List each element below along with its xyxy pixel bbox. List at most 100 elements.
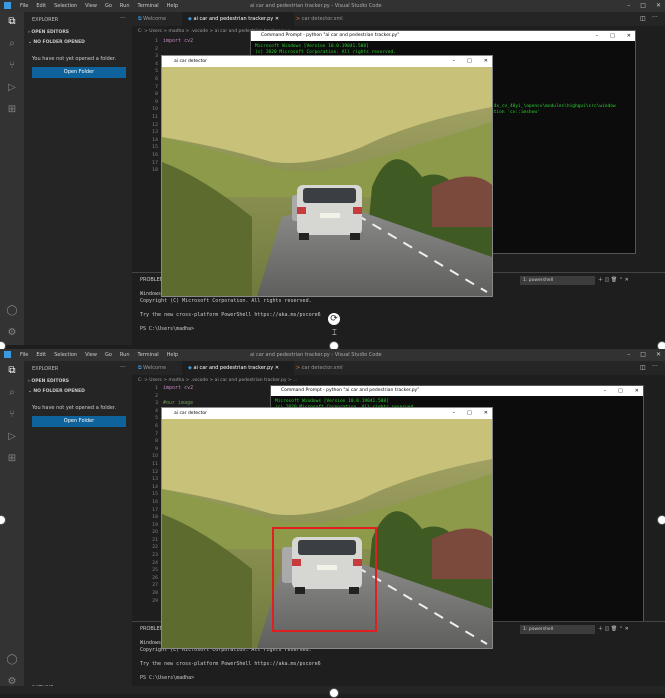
tab-tracker-py[interactable]: ◆ ai car and pedestrian tracker.py ✕ bbox=[182, 361, 294, 375]
no-folder-label: NO FOLDER OPENED bbox=[33, 40, 85, 45]
tab-car-detector-xml[interactable]: ≻ car detector.xml bbox=[290, 361, 366, 375]
menu-edit[interactable]: Edit bbox=[36, 3, 46, 9]
extensions-icon[interactable]: ⊞ bbox=[6, 453, 18, 465]
close-tab-icon[interactable]: ✕ bbox=[275, 16, 279, 22]
rotate-icon[interactable]: ⟳ bbox=[328, 313, 340, 325]
menu-file[interactable]: File bbox=[20, 3, 28, 9]
line-number: 23 bbox=[152, 553, 158, 559]
car-detector-window[interactable]: ai car detector – □ ✕ bbox=[161, 407, 493, 649]
split-editor-icon[interactable]: ◫ bbox=[640, 15, 646, 22]
maximize-icon[interactable]: □ bbox=[640, 351, 646, 358]
line-number: 6 bbox=[155, 423, 158, 429]
trash-icon[interactable]: 🗑 bbox=[611, 277, 619, 283]
explorer-sidebar: EXPLORER ··· › OPEN EDITORS ⌄ NO FOLDER … bbox=[24, 12, 132, 345]
breadcrumb: C: > Users > madha > .vscode > ai car an… bbox=[138, 378, 298, 383]
explorer-icon[interactable]: ⧉ bbox=[6, 16, 18, 28]
menu-run[interactable]: Run bbox=[120, 352, 130, 358]
resize-handle[interactable] bbox=[657, 515, 665, 525]
code-line-import[interactable]: import cv2 bbox=[163, 38, 193, 44]
menu-run[interactable]: Run bbox=[120, 3, 130, 9]
line-number: 14 bbox=[152, 137, 158, 143]
open-folder-button[interactable]: Open Folder bbox=[32, 416, 126, 427]
tab-welcome[interactable]: ⧉ Welcome bbox=[132, 361, 186, 375]
trash-icon[interactable]: 🗑 bbox=[611, 626, 619, 632]
more-actions-icon[interactable]: ··· bbox=[120, 364, 126, 371]
menu-file[interactable]: File bbox=[20, 352, 28, 358]
menu-view[interactable]: View bbox=[85, 3, 97, 9]
no-folder-section[interactable]: ⌄ NO FOLDER OPENED bbox=[28, 40, 85, 45]
minimize-icon[interactable]: – bbox=[596, 33, 599, 39]
close-icon[interactable]: ✕ bbox=[656, 2, 661, 9]
terminal-select[interactable]: 1: powershell bbox=[520, 625, 595, 634]
split-editor-icon[interactable]: ◫ bbox=[640, 364, 646, 371]
search-icon[interactable]: ⌕ bbox=[6, 387, 18, 399]
menu-edit[interactable]: Edit bbox=[36, 352, 46, 358]
more-actions-icon[interactable]: ··· bbox=[120, 15, 126, 22]
maximize-icon[interactable]: □ bbox=[467, 58, 472, 64]
line-number: 5 bbox=[155, 69, 158, 75]
open-folder-button[interactable]: Open Folder bbox=[32, 67, 126, 78]
close-tab-icon[interactable]: ✕ bbox=[275, 365, 279, 371]
line-number: 2 bbox=[155, 46, 158, 52]
menu-go[interactable]: Go bbox=[105, 352, 112, 358]
close-icon[interactable]: ✕ bbox=[484, 58, 488, 64]
maximize-icon[interactable]: □ bbox=[618, 388, 623, 394]
minimize-icon[interactable]: – bbox=[453, 58, 456, 64]
add-terminal-icon[interactable]: ＋ bbox=[598, 626, 605, 632]
menu-go[interactable]: Go bbox=[105, 3, 112, 9]
account-icon[interactable]: ◯ bbox=[6, 305, 18, 317]
menu-terminal[interactable]: Terminal bbox=[138, 3, 159, 9]
tab-label: car detector.xml bbox=[301, 365, 343, 371]
terminal-prompt[interactable]: PS C:\Users\madha> bbox=[140, 675, 194, 681]
more-actions-icon[interactable]: ··· bbox=[652, 363, 658, 370]
extensions-icon[interactable]: ⊞ bbox=[6, 104, 18, 116]
search-icon[interactable]: ⌕ bbox=[6, 38, 18, 50]
vscode-logo-icon bbox=[4, 351, 11, 358]
close-icon[interactable]: ✕ bbox=[635, 388, 639, 394]
minimize-icon[interactable]: – bbox=[453, 410, 456, 416]
explorer-icon[interactable]: ⧉ bbox=[6, 365, 18, 377]
close-icon[interactable]: ✕ bbox=[625, 277, 629, 283]
run-debug-icon[interactable]: ▷ bbox=[6, 82, 18, 94]
run-debug-icon[interactable]: ▷ bbox=[6, 431, 18, 443]
menu-help[interactable]: Help bbox=[167, 3, 178, 9]
settings-gear-icon[interactable]: ⚙ bbox=[6, 327, 18, 339]
close-icon[interactable]: ✕ bbox=[656, 351, 661, 358]
source-control-icon[interactable]: ⑂ bbox=[6, 60, 18, 72]
maximize-icon[interactable]: □ bbox=[610, 33, 615, 39]
line-number: 1 bbox=[155, 39, 158, 44]
maximize-icon[interactable]: □ bbox=[640, 2, 646, 9]
detector-title: ai car detector bbox=[174, 411, 207, 416]
menu-view[interactable]: View bbox=[85, 352, 97, 358]
close-icon[interactable]: ✕ bbox=[484, 410, 488, 416]
menu-help[interactable]: Help bbox=[167, 352, 178, 358]
account-icon[interactable]: ◯ bbox=[6, 654, 18, 666]
source-control-icon[interactable]: ⑂ bbox=[6, 409, 18, 421]
tab-tracker-py[interactable]: ◆ ai car and pedestrian tracker.py ✕ bbox=[182, 12, 294, 26]
line-number: 11 bbox=[152, 461, 158, 467]
close-icon[interactable]: ✕ bbox=[627, 33, 631, 39]
menu-terminal[interactable]: Terminal bbox=[138, 352, 159, 358]
minimize-icon[interactable]: – bbox=[627, 351, 630, 358]
open-editors-section[interactable]: › OPEN EDITORS bbox=[28, 379, 69, 384]
tab-welcome[interactable]: ⧉ Welcome bbox=[132, 12, 186, 26]
minimize-icon[interactable]: – bbox=[604, 388, 607, 394]
code-line-import[interactable]: import cv2 bbox=[163, 385, 193, 391]
add-terminal-icon[interactable]: ＋ bbox=[598, 277, 605, 283]
car-detector-window[interactable]: ai car detector – □ ✕ bbox=[161, 55, 493, 297]
minimize-icon[interactable]: – bbox=[627, 2, 630, 9]
resize-handle[interactable] bbox=[329, 688, 339, 698]
no-folder-section[interactable]: ⌄ NO FOLDER OPENED bbox=[28, 389, 85, 394]
menu-selection[interactable]: Selection bbox=[54, 352, 77, 358]
more-actions-icon[interactable]: ··· bbox=[652, 14, 658, 21]
open-editors-section[interactable]: › OPEN EDITORS bbox=[28, 30, 69, 35]
line-number: 7 bbox=[155, 84, 158, 90]
menu-selection[interactable]: Selection bbox=[54, 3, 77, 9]
terminal-select[interactable]: 1: powershell bbox=[520, 276, 595, 285]
close-icon[interactable]: ✕ bbox=[625, 626, 629, 632]
code-line-comment[interactable]: #our image bbox=[163, 400, 193, 406]
tab-car-detector-xml[interactable]: ≻ car detector.xml bbox=[290, 12, 366, 26]
maximize-icon[interactable]: □ bbox=[467, 410, 472, 416]
terminal-prompt[interactable]: PS C:\Users\madha> bbox=[140, 326, 194, 332]
line-number: 5 bbox=[155, 416, 158, 422]
